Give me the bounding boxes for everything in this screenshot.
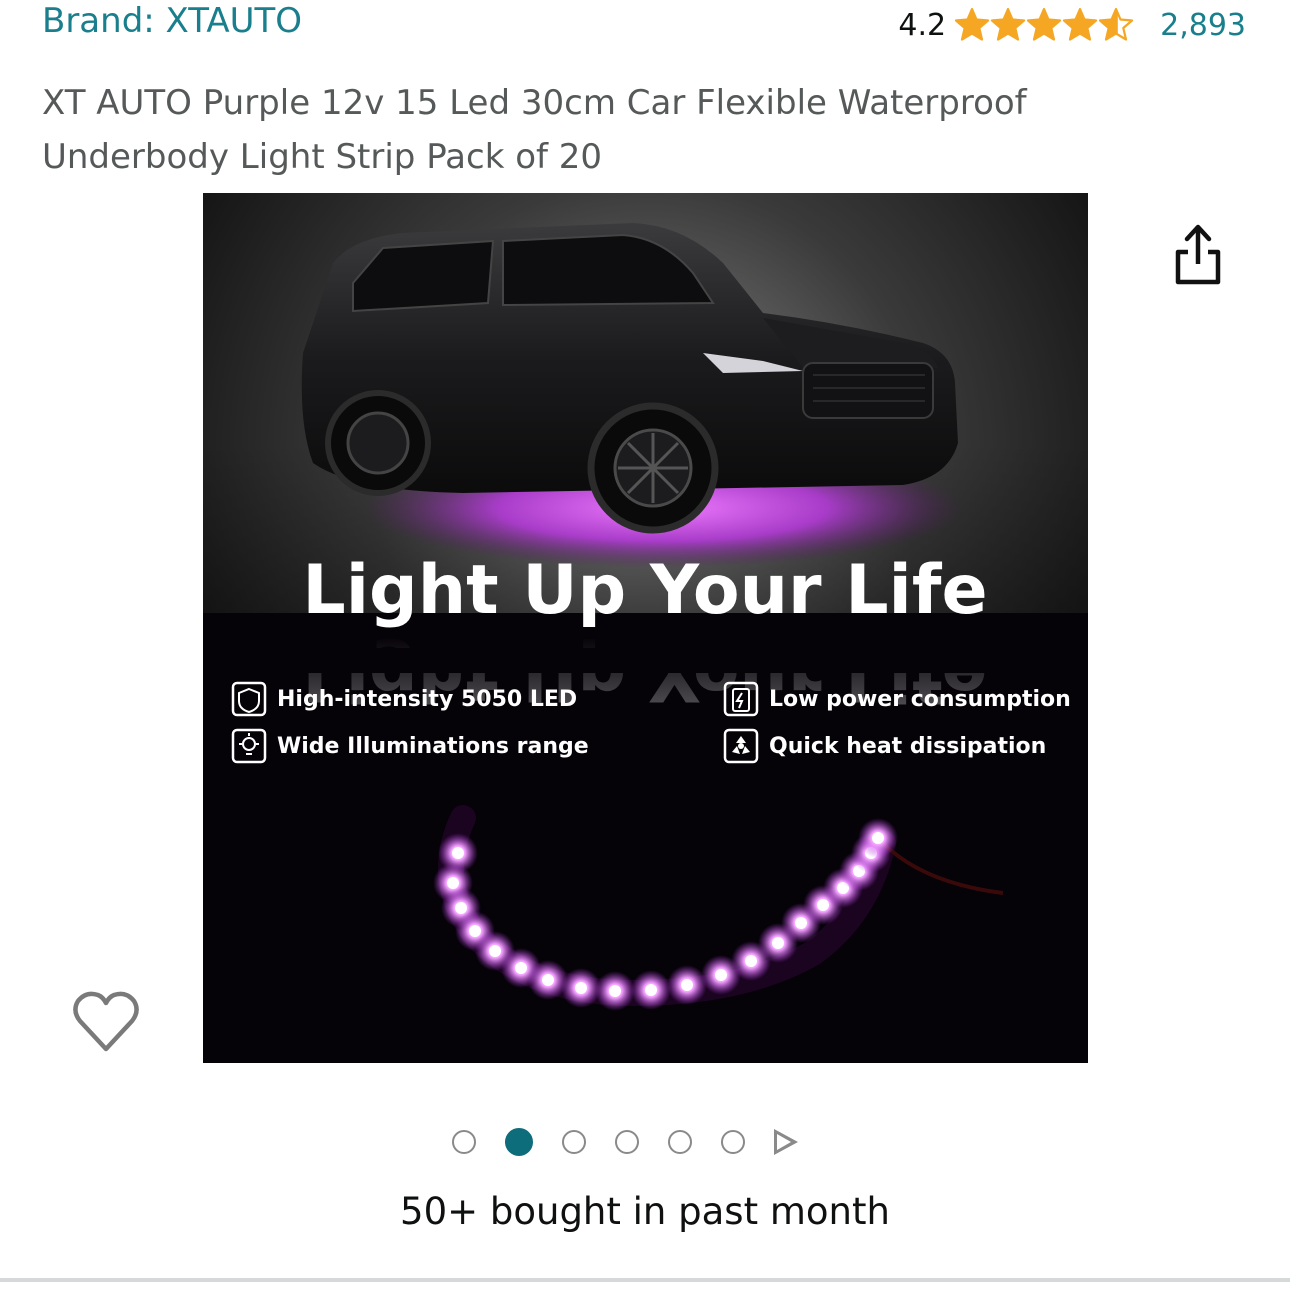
led-core: [489, 945, 501, 957]
product-image[interactable]: Light Up Your Life Light Up Your Life Hi…: [203, 193, 1088, 1063]
product-title: XT AUTO Purple 12v 15 Led 30cm Car Flexi…: [42, 83, 1027, 177]
star-full-icon: [991, 7, 1026, 41]
led-core: [447, 877, 459, 889]
rating-count-link[interactable]: 2,893: [1160, 8, 1246, 43]
brand-link[interactable]: Brand: XTAUTO: [42, 0, 302, 42]
feature-item: High-intensity 5050 LED: [231, 681, 577, 717]
led-core: [515, 962, 527, 974]
star-rating: [954, 7, 1134, 43]
carousel-dot-active[interactable]: [505, 1128, 533, 1156]
rating-summary[interactable]: 4.2 2,893: [898, 4, 1246, 46]
led-core: [772, 937, 784, 949]
star-half-icon: [1099, 7, 1134, 41]
share-button[interactable]: [1170, 222, 1226, 286]
led-core: [542, 974, 554, 986]
carousel-dot[interactable]: [562, 1130, 586, 1154]
star-full-icon: [955, 7, 990, 41]
feature-item: Wide Illuminations range: [231, 728, 589, 764]
star-full-icon: [1063, 7, 1098, 41]
led-core: [795, 917, 807, 929]
carousel-dot[interactable]: [452, 1130, 476, 1154]
wishlist-button[interactable]: [72, 987, 140, 1055]
feature-item: Quick heat dissipation: [723, 728, 1046, 764]
feature-item: Low power consumption: [723, 681, 1071, 717]
led-core: [575, 982, 587, 994]
led-core: [817, 899, 829, 911]
star-full-icon: [1027, 7, 1062, 41]
social-proof-text: 50+ bought in past month: [400, 1190, 890, 1233]
product-image-graphic: Light Up Your Life Light Up Your Life Hi…: [203, 193, 1088, 1063]
carousel-indicators: [452, 1126, 798, 1158]
led-core: [872, 832, 884, 844]
feature-text: Low power consumption: [769, 687, 1071, 712]
heart-icon: [73, 991, 139, 1052]
led-core: [455, 902, 467, 914]
led-core: [645, 984, 657, 996]
section-divider: [0, 1278, 1290, 1282]
led-core: [469, 925, 481, 937]
led-core: [609, 985, 621, 997]
feature-text: High-intensity 5050 LED: [277, 687, 577, 712]
share-icon: [1175, 224, 1221, 285]
play-icon[interactable]: [774, 1129, 798, 1155]
carousel-dot[interactable]: [721, 1130, 745, 1154]
carousel-dot[interactable]: [615, 1130, 639, 1154]
rating-value: 4.2: [898, 7, 947, 43]
feature-text: Quick heat dissipation: [769, 734, 1046, 759]
led-core: [452, 847, 464, 859]
carousel-dot[interactable]: [668, 1130, 692, 1154]
image-headline: Light Up Your Life: [302, 551, 987, 630]
led-core: [745, 955, 757, 967]
feature-text: Wide Illuminations range: [277, 734, 589, 759]
led-core: [715, 969, 727, 981]
led-core: [681, 979, 693, 991]
